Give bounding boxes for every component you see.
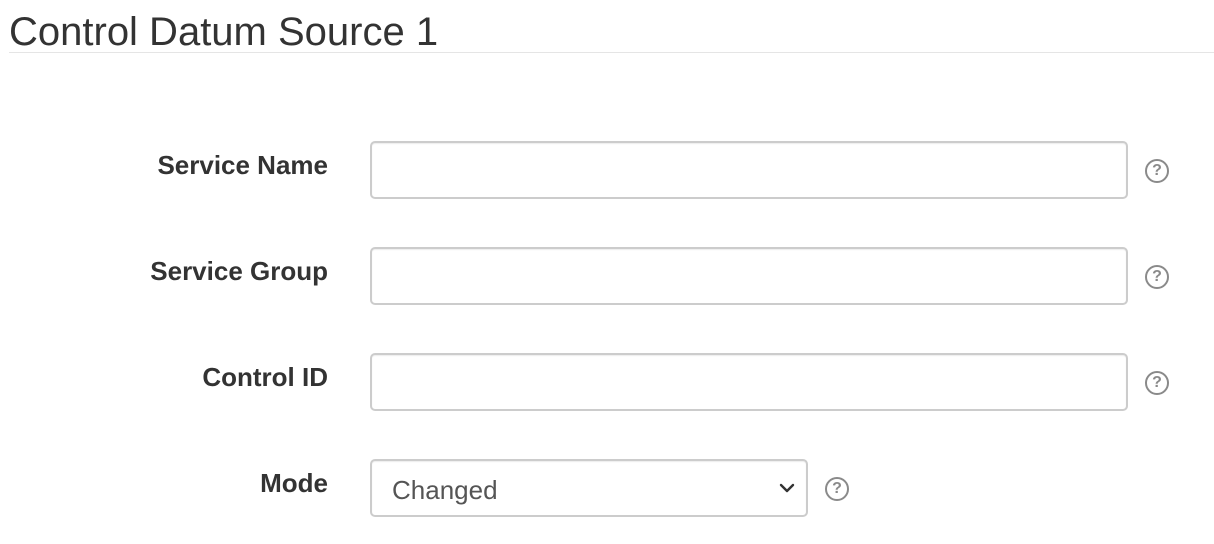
mode-select[interactable]: Changed [370,459,808,517]
chevron-down-icon [779,483,795,493]
service-name-label: Service Name [157,150,328,180]
control-id-help-icon[interactable]: ? [1145,371,1169,395]
service-name-help-icon[interactable]: ? [1145,159,1169,183]
section-title: Control Datum Source 1 [9,10,439,54]
control-id-label: Control ID [202,362,328,392]
control-id-row: Control ID ? [0,353,1214,413]
mode-selected-value: Changed [392,475,498,505]
service-group-help-icon[interactable]: ? [1145,265,1169,289]
mode-row: Mode Changed ? [0,459,1214,519]
service-group-input[interactable] [370,247,1128,305]
mode-help-icon[interactable]: ? [825,477,849,501]
control-id-input[interactable] [370,353,1128,411]
mode-label: Mode [260,468,328,498]
service-name-input[interactable] [370,141,1128,199]
service-group-label: Service Group [150,256,328,286]
title-divider [9,52,1214,53]
service-name-row: Service Name ? [0,141,1214,201]
service-group-row: Service Group ? [0,247,1214,307]
